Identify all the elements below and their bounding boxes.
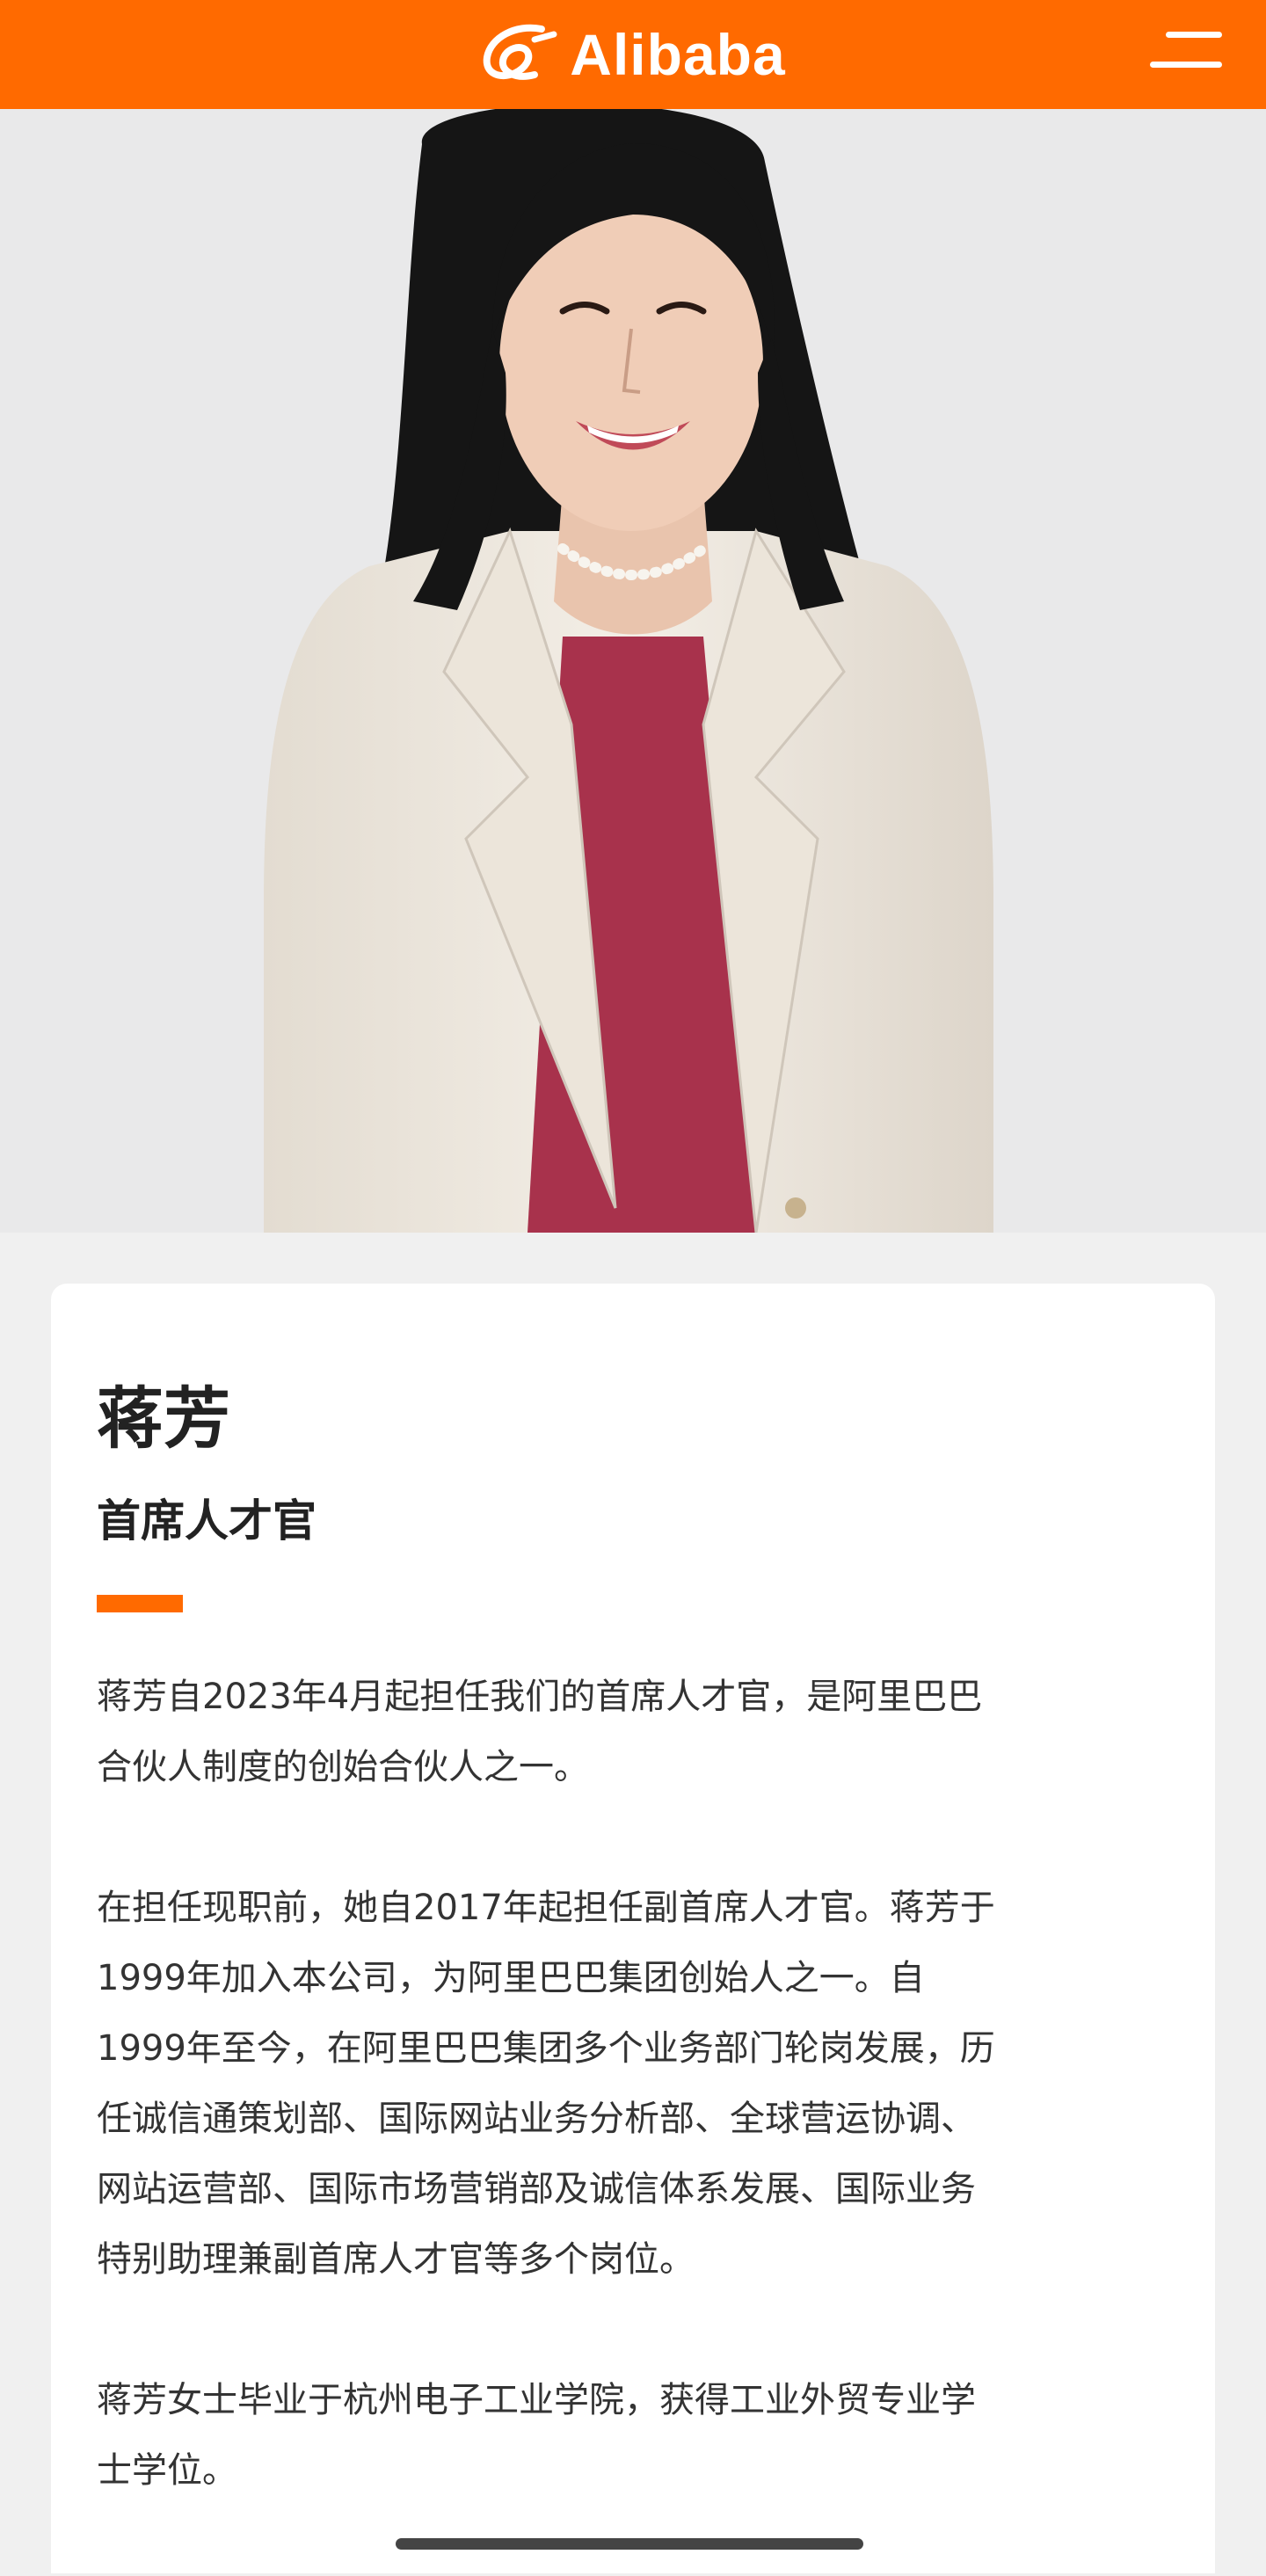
profile-card: 蒋芳 首席人才官 蒋芳自2023年4月起担任我们的首席人才官，是阿里巴巴 合伙人… <box>51 1284 1215 2573</box>
site-header: Alibaba <box>0 0 1266 109</box>
accent-divider <box>97 1595 183 1612</box>
alibaba-logo[interactable]: Alibaba <box>444 12 822 97</box>
bio-paragraph: 在担任现职前，她自2017年起担任副首席人才官。蒋芳于 1999年加入本公司，为… <box>97 1888 995 2280</box>
alibaba-logo-icon <box>484 24 557 80</box>
bio-paragraph: 蒋芳自2023年4月起担任我们的首席人才官，是阿里巴巴 合伙人制度的创始合伙人之… <box>97 1677 983 1787</box>
home-indicator[interactable] <box>396 2538 863 2550</box>
portrait-photo <box>264 109 993 1233</box>
logo-text: Alibaba <box>570 22 786 87</box>
hero-portrait <box>0 109 1266 1233</box>
hamburger-menu-icon[interactable] <box>1143 28 1222 77</box>
person-name: 蒋芳 <box>97 1379 230 1458</box>
person-title: 首席人才官 <box>97 1495 316 1546</box>
bio-paragraph: 蒋芳女士毕业于杭州电子工业学院，获得工业外贸专业学 士学位。 <box>97 2380 976 2491</box>
biography: 蒋芳自2023年4月起担任我们的首席人才官，是阿里巴巴 合伙人制度的创始合伙人之… <box>97 1662 1178 2576</box>
